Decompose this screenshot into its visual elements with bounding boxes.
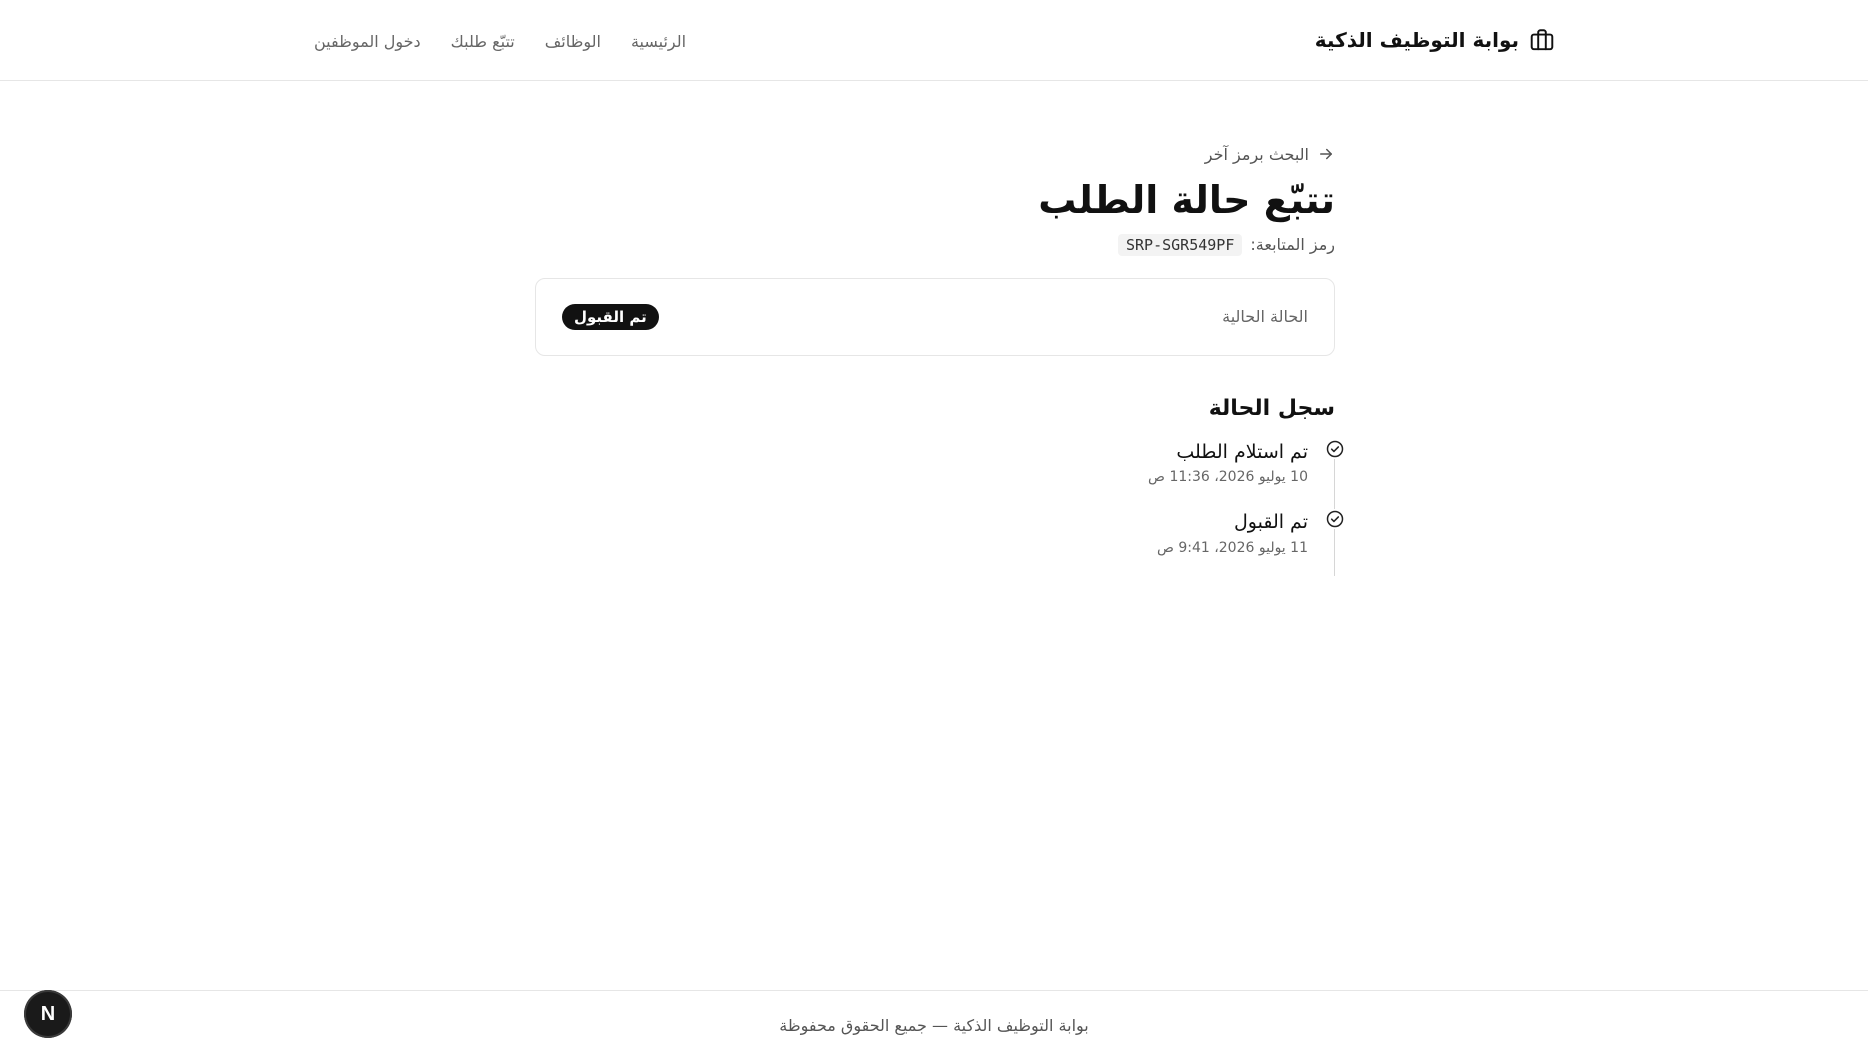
timeline-item-title: تم استلام الطلب [1176,440,1308,463]
brand-logo-link[interactable]: بوابة التوظيف الذكية [1315,24,1555,56]
tracking-code: SRP-SGR549PF [1118,233,1243,256]
tracking-code-row: رمز المتابعة: SRP-SGR549PF [535,233,1335,256]
site-footer: بوابة التوظيف الذكية — جميع الحقوق محفوظ… [0,990,1868,1060]
timeline-item-date: 11 يوليو 2026، 9:41 ص [1156,540,1308,557]
briefcase-icon [1529,27,1555,53]
current-status-label: الحالة الحالية [1222,307,1308,327]
arrow-right-icon [1317,145,1335,163]
search-another-code-link[interactable]: البحث برمز آخر [535,140,1335,168]
dev-tools-badge[interactable]: N [24,990,72,1038]
timeline-item-title: تم القبول [1233,511,1308,534]
timeline-item: تم استلام الطلب 10 يوليو 2026، 11:36 ص [535,438,1345,486]
footer-copyright: بوابة التوظيف الذكية — جميع الحقوق محفوظ… [779,1016,1089,1035]
nav-jobs[interactable]: الوظائف [545,32,601,51]
check-circle-icon [1325,438,1345,459]
back-link-label: البحث برمز آخر [1204,144,1309,164]
timeline-item-date: 10 يوليو 2026، 11:36 ص [1148,469,1308,486]
main-content: البحث برمز آخر تتبّع حالة الطلب رمز المت… [535,140,1345,582]
current-status-card: الحالة الحالية تم القبول [535,277,1335,356]
tracking-code-label: رمز المتابعة: [1250,235,1335,255]
nav-track-application[interactable]: تتبّع طلبك [451,32,515,51]
status-timeline: تم استلام الطلب 10 يوليو 2026، 11:36 ص ت… [535,438,1345,576]
site-header: بوابة التوظيف الذكية الرئيسية الوظائف تت… [0,0,1868,81]
brand-title: بوابة التوظيف الذكية [1314,28,1519,52]
nav-staff-login[interactable]: دخول الموظفين [314,32,421,51]
timeline-item: تم القبول 11 يوليو 2026، 9:41 ص [535,509,1345,557]
check-circle-icon [1325,509,1345,530]
status-badge: تم القبول [562,303,659,330]
page-title: تتبّع حالة الطلب [1038,178,1335,222]
main-nav: الرئيسية الوظائف تتبّع طلبك دخول الموظفي… [314,26,686,56]
nav-home[interactable]: الرئيسية [631,32,686,51]
status-history-title: سجل الحالة [1208,395,1335,421]
dev-badge-letter: N [40,1002,56,1025]
